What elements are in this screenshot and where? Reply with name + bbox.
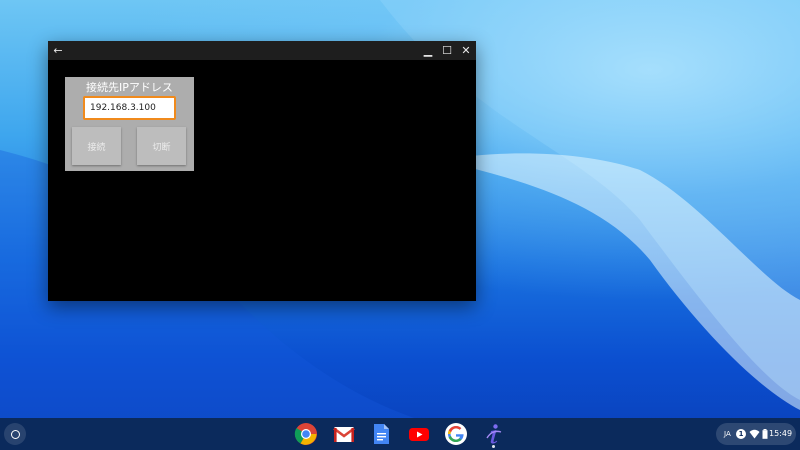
google-icon[interactable] bbox=[444, 422, 468, 446]
shelf: JA 1 15:49 bbox=[0, 418, 800, 450]
status-tray[interactable]: JA 1 15:49 bbox=[716, 423, 796, 445]
window-titlebar: ← ▁ ☐ ✕ bbox=[48, 41, 476, 60]
custom-app-icon[interactable] bbox=[482, 422, 506, 446]
wifi-icon bbox=[749, 429, 760, 439]
ip-address-input[interactable] bbox=[83, 96, 176, 120]
back-arrow-icon[interactable]: ← bbox=[48, 41, 68, 60]
launcher-circle-icon bbox=[10, 429, 20, 439]
disconnect-button[interactable]: 切断 bbox=[137, 127, 186, 165]
docs-icon[interactable] bbox=[369, 422, 393, 446]
ime-indicator: JA bbox=[724, 430, 731, 438]
app-window: ← ▁ ☐ ✕ 接続先IPアドレス 接続 切断 bbox=[48, 41, 476, 301]
maximize-icon[interactable]: ☐ bbox=[437, 41, 457, 60]
ip-address-label: 接続先IPアドレス bbox=[86, 81, 173, 94]
notification-badge: 1 bbox=[736, 429, 746, 439]
launcher-button[interactable] bbox=[4, 423, 26, 445]
connect-button[interactable]: 接続 bbox=[72, 127, 121, 165]
running-app-indicator bbox=[492, 445, 495, 448]
battery-icon bbox=[762, 429, 768, 439]
chrome-icon[interactable] bbox=[294, 422, 318, 446]
minimize-icon[interactable]: ▁ bbox=[418, 41, 438, 60]
connection-panel: 接続先IPアドレス 接続 切断 bbox=[65, 77, 194, 171]
gmail-icon[interactable] bbox=[332, 422, 356, 446]
youtube-icon[interactable] bbox=[407, 422, 431, 446]
close-icon[interactable]: ✕ bbox=[456, 41, 476, 60]
clock: 15:49 bbox=[769, 429, 793, 438]
